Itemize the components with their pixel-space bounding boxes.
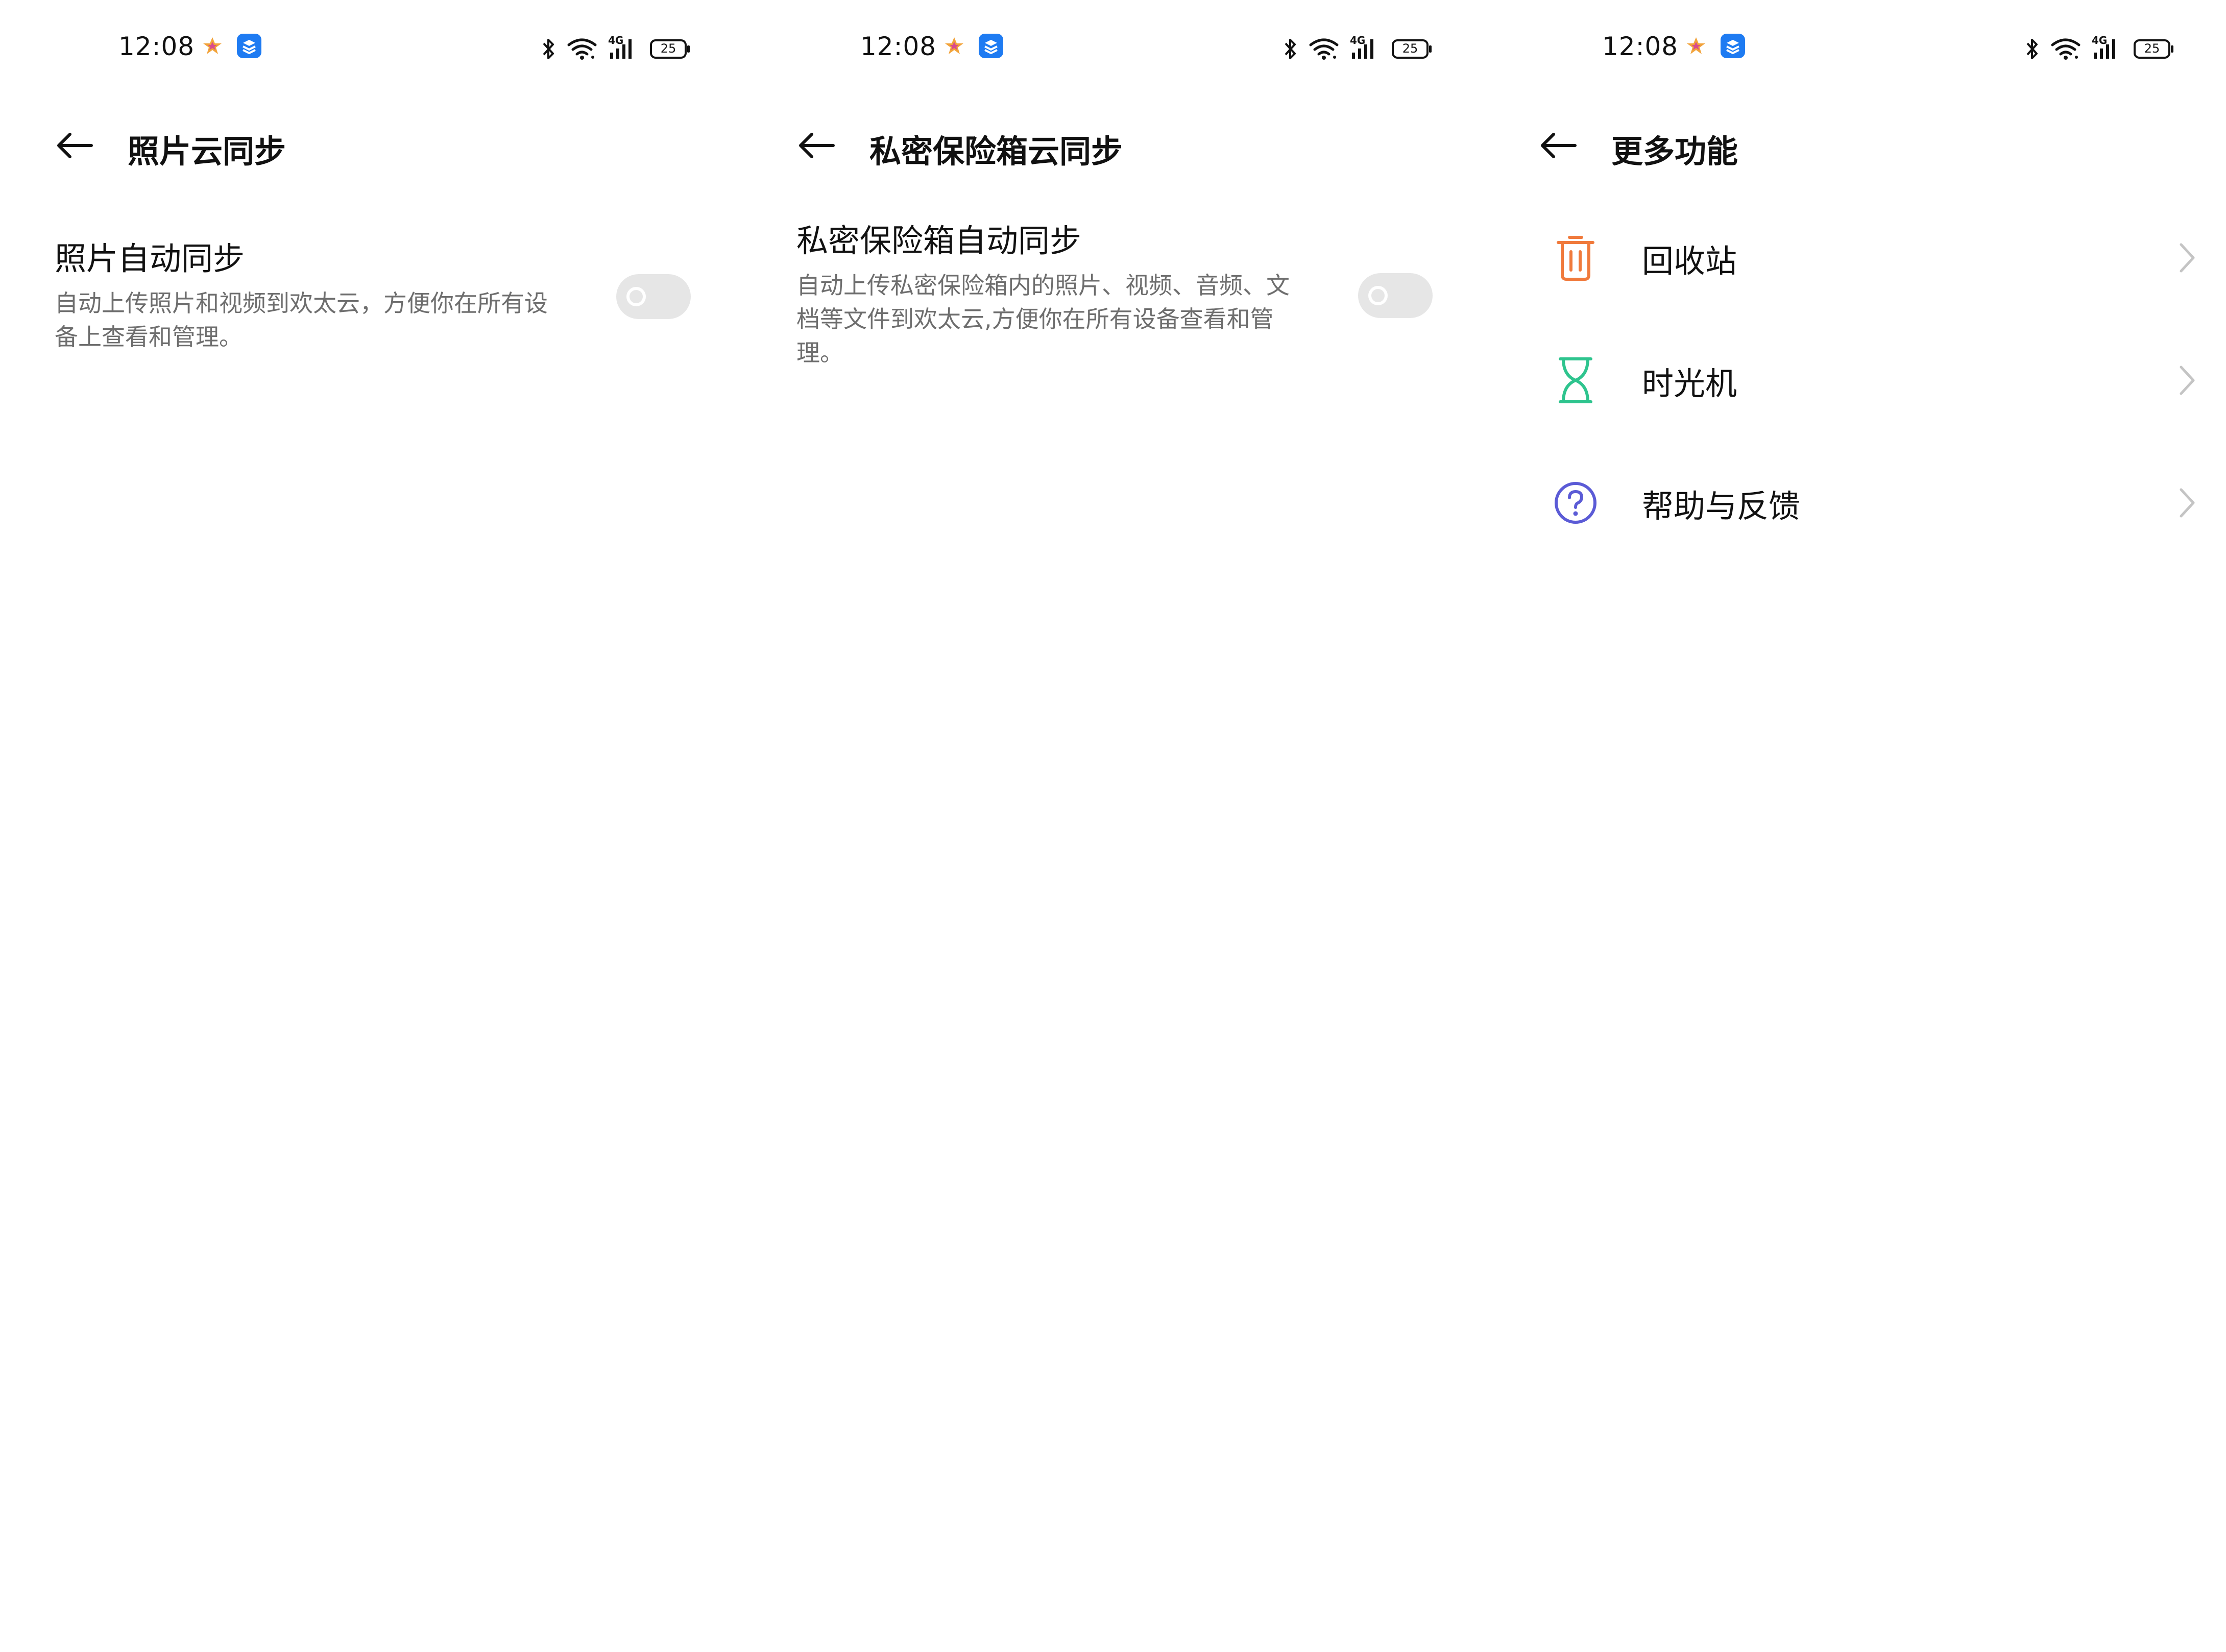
help-icon bbox=[1545, 472, 1606, 533]
game-star-icon bbox=[194, 28, 231, 64]
cellular-4g-icon: 4G bbox=[1350, 37, 1381, 61]
app-header: 照片云同步 bbox=[0, 112, 742, 179]
cloud-stack-app-icon bbox=[231, 28, 268, 64]
cloud-stack-app-icon bbox=[973, 28, 1009, 64]
network-type: 4G bbox=[2092, 34, 2107, 46]
setting-description: 自动上传私密保险箱内的照片、视频、音频、文 档等文件到欢太云,方便你在所有设备查… bbox=[796, 269, 1322, 370]
menu-item-time-machine[interactable]: 时光机 bbox=[1484, 329, 2225, 431]
cellular-4g-icon: 4G bbox=[608, 37, 639, 61]
screen-photo-cloud-sync: 12:08 4G 25 照片云同步 照片自动同步 自动上传照片和 bbox=[0, 0, 742, 1652]
status-bar: 12:08 4G 25 bbox=[1484, 20, 2225, 71]
app-header: 私密保险箱云同步 bbox=[742, 112, 1484, 179]
chevron-right-icon bbox=[2169, 481, 2205, 524]
menu-item-label: 时光机 bbox=[1642, 358, 1737, 404]
menu-item-help-feedback[interactable]: 帮助与反馈 bbox=[1484, 452, 2225, 554]
chevron-right-icon bbox=[2169, 359, 2205, 402]
bluetooth-icon bbox=[541, 37, 556, 61]
battery-level: 25 bbox=[2134, 41, 2170, 56]
game-star-icon bbox=[1678, 28, 1714, 64]
arrow-left-icon bbox=[796, 131, 835, 160]
hourglass-icon bbox=[1545, 350, 1606, 411]
menu-item-label: 帮助与反馈 bbox=[1642, 480, 1800, 526]
cloud-stack-app-icon bbox=[1714, 28, 1751, 64]
battery-icon: 25 bbox=[1392, 39, 1433, 59]
chevron-right-icon bbox=[2169, 236, 2205, 279]
setting-description-line: 档等文件到欢太云,方便你在所有设备查看和管 bbox=[796, 302, 1322, 336]
toggle-knob bbox=[1368, 286, 1388, 305]
network-type: 4G bbox=[608, 34, 623, 46]
setting-description-line: 自动上传照片和视频到欢太云，方便你在所有设 bbox=[55, 286, 580, 320]
back-button[interactable] bbox=[49, 120, 100, 171]
wifi-icon bbox=[567, 38, 597, 60]
trash-icon bbox=[1545, 227, 1606, 288]
photo-auto-sync-setting: 照片自动同步 自动上传照片和视频到欢太云，方便你在所有设 备上查看和管理。 bbox=[55, 237, 691, 354]
game-star-icon bbox=[936, 28, 973, 64]
setting-description-line: 理。 bbox=[796, 336, 1322, 370]
page-title: 更多功能 bbox=[1611, 126, 1738, 172]
menu-item-recycle-bin[interactable]: 回收站 bbox=[1484, 207, 2225, 309]
battery-icon: 25 bbox=[2134, 39, 2174, 59]
status-right-icons: 4G 25 bbox=[2024, 35, 2174, 63]
status-bar: 12:08 4G 25 bbox=[742, 20, 1484, 71]
status-time: 12:08 bbox=[118, 32, 195, 61]
status-right-icons: 4G 25 bbox=[1283, 35, 1433, 63]
status-right-icons: 4G 25 bbox=[541, 35, 691, 63]
setting-description-line: 自动上传私密保险箱内的照片、视频、音频、文 bbox=[796, 269, 1322, 302]
battery-level: 25 bbox=[650, 41, 687, 56]
bluetooth-icon bbox=[1283, 37, 1298, 61]
setting-description: 自动上传照片和视频到欢太云，方便你在所有设 备上查看和管理。 bbox=[55, 286, 580, 354]
arrow-left-icon bbox=[55, 131, 93, 160]
private-vault-auto-sync-setting: 私密保险箱自动同步 自动上传私密保险箱内的照片、视频、音频、文 档等文件到欢太云… bbox=[796, 220, 1433, 370]
cellular-4g-icon: 4G bbox=[2092, 37, 2122, 61]
menu-item-label: 回收站 bbox=[1642, 235, 1737, 281]
back-button[interactable] bbox=[1532, 120, 1583, 171]
screen-private-vault-cloud-sync: 12:08 4G 25 私密保险箱云同步 私密保险箱自动同步 自 bbox=[742, 0, 1484, 1652]
page-title: 照片云同步 bbox=[128, 126, 286, 172]
private-vault-auto-sync-toggle[interactable] bbox=[1358, 273, 1433, 318]
bluetooth-icon bbox=[2024, 37, 2040, 61]
setting-title: 照片自动同步 bbox=[55, 237, 691, 280]
setting-title: 私密保险箱自动同步 bbox=[796, 220, 1433, 262]
photo-auto-sync-toggle[interactable] bbox=[616, 274, 691, 319]
toggle-knob bbox=[626, 287, 646, 306]
battery-icon: 25 bbox=[650, 39, 691, 59]
network-type: 4G bbox=[1350, 34, 1365, 46]
status-time: 12:08 bbox=[860, 32, 936, 61]
setting-description-line: 备上查看和管理。 bbox=[55, 320, 580, 354]
wifi-icon bbox=[2051, 38, 2080, 60]
status-bar: 12:08 4G 25 bbox=[0, 20, 742, 71]
battery-level: 25 bbox=[1392, 41, 1429, 56]
page-title: 私密保险箱云同步 bbox=[869, 126, 1123, 172]
back-button[interactable] bbox=[790, 120, 841, 171]
screen-more-features: 12:08 4G 25 更多功能 回收站 bbox=[1484, 0, 2225, 1652]
status-time: 12:08 bbox=[1602, 32, 1678, 61]
app-header: 更多功能 bbox=[1484, 112, 2225, 179]
wifi-icon bbox=[1309, 38, 1339, 60]
arrow-left-icon bbox=[1538, 131, 1577, 160]
